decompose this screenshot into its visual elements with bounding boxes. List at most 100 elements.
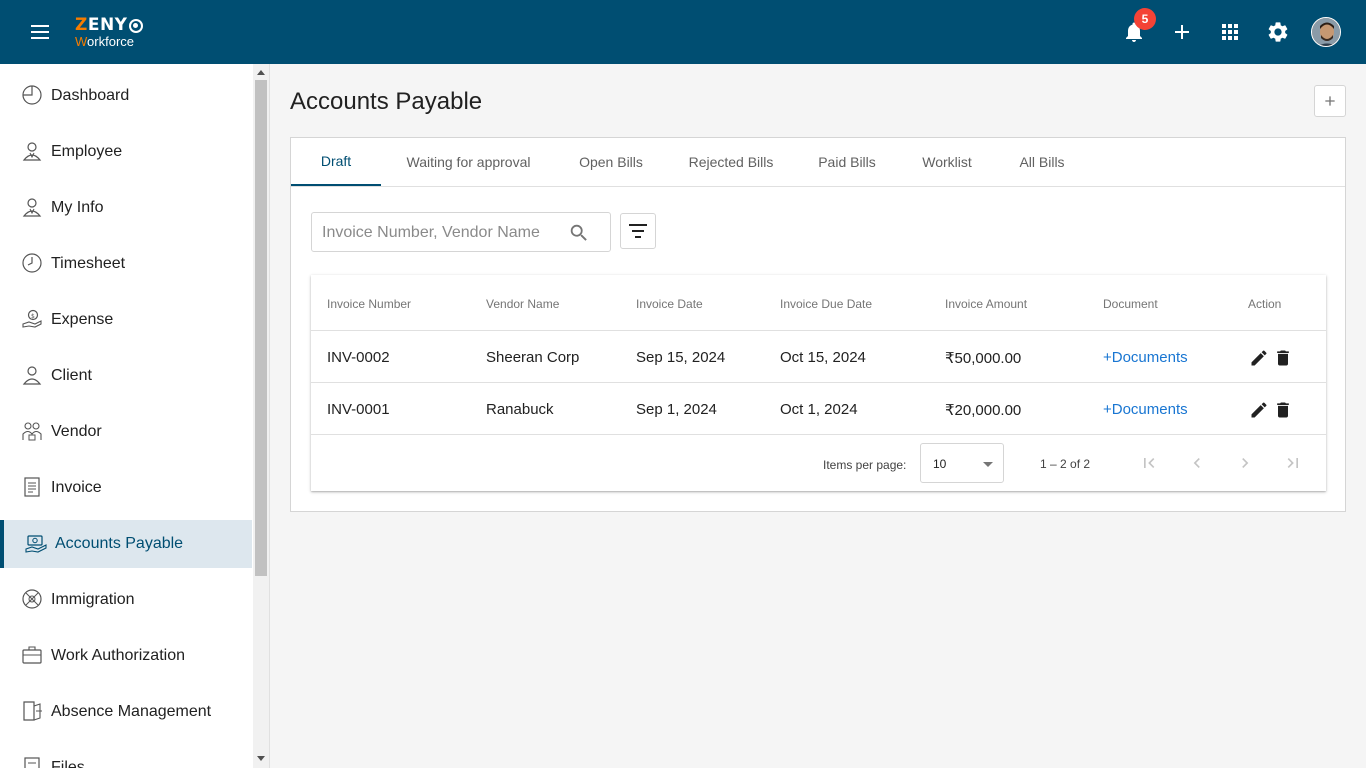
cell-invoice-date: Sep 1, 2024 <box>636 401 717 418</box>
chevron-down-icon <box>983 462 993 467</box>
sidebar-item-label: Immigration <box>51 591 135 608</box>
add-documents-link[interactable]: +Documents <box>1103 349 1188 366</box>
sidebar-item-files[interactable]: Files <box>0 744 252 768</box>
first-page-icon[interactable] <box>1139 453 1159 473</box>
add-documents-link[interactable]: +Documents <box>1103 401 1188 418</box>
items-per-page-value: 10 <box>933 457 947 471</box>
filter-button[interactable] <box>620 213 656 249</box>
add-bill-button[interactable] <box>1314 85 1346 117</box>
bills-card: Draft Waiting for approval Open Bills Re… <box>290 137 1346 512</box>
dashboard-icon <box>22 85 42 105</box>
edit-icon[interactable] <box>1249 348 1269 368</box>
svg-text:$: $ <box>31 313 35 320</box>
door-icon <box>23 701 42 721</box>
logo-product: orkforce <box>87 34 135 49</box>
cell-invoice-number: INV-0001 <box>327 401 390 418</box>
row-divider <box>311 434 1326 435</box>
tab-paid-bills[interactable]: Paid Bills <box>806 138 888 186</box>
sidebar-item-my-info[interactable]: My Info <box>0 184 252 232</box>
delete-icon[interactable] <box>1273 348 1293 368</box>
filter-icon <box>629 224 647 238</box>
column-header-invoice-due-date[interactable]: Invoice Due Date <box>780 297 872 311</box>
sidebar-scroll-thumb[interactable] <box>255 80 267 576</box>
logo-product-first-letter: W <box>75 34 88 49</box>
column-header-invoice-date[interactable]: Invoice Date <box>636 297 703 311</box>
sidebar-item-label: Absence Management <box>51 703 212 720</box>
logo-mark-icon <box>129 18 144 33</box>
tab-all-bills[interactable]: All Bills <box>1006 138 1078 186</box>
tab-worklist[interactable]: Worklist <box>908 138 986 186</box>
invoice-icon <box>24 477 40 497</box>
sidebar-item-label: Dashboard <box>51 87 130 104</box>
my-info-icon <box>22 198 42 217</box>
sidebar-item-employee[interactable]: Employee <box>0 128 252 176</box>
avatar-photo <box>1312 18 1340 46</box>
sidebar-item-label: Employee <box>51 143 123 160</box>
sidebar-item-label: Expense <box>51 311 114 328</box>
column-header-vendor-name[interactable]: Vendor Name <box>486 297 559 311</box>
cell-vendor-name: Ranabuck <box>486 401 554 418</box>
sidebar-item-timesheet[interactable]: Timesheet <box>0 240 252 288</box>
row-divider <box>311 382 1326 383</box>
sidebar-item-label: Invoice <box>51 479 102 496</box>
cell-due-date: Oct 15, 2024 <box>780 349 866 366</box>
pagination-range: 1 – 2 of 2 <box>1040 457 1091 471</box>
sidebar-item-client[interactable]: Client <box>0 352 252 400</box>
client-icon <box>22 366 42 385</box>
sidebar-item-invoice[interactable]: Invoice <box>0 464 252 512</box>
last-page-icon[interactable] <box>1283 453 1303 473</box>
cell-invoice-number: INV-0002 <box>327 349 390 366</box>
bill-status-tabs: Draft Waiting for approval Open Bills Re… <box>291 138 1345 187</box>
menu-icon[interactable] <box>28 22 52 42</box>
sidebar-item-label: My Info <box>51 199 104 216</box>
tab-waiting-for-approval[interactable]: Waiting for approval <box>391 138 546 186</box>
accounts-payable-icon <box>25 535 47 553</box>
previous-page-icon[interactable] <box>1187 453 1207 473</box>
sidebar-item-label: Vendor <box>51 423 102 440</box>
tab-rejected-bills[interactable]: Rejected Bills <box>676 138 786 186</box>
search-box <box>311 212 611 252</box>
employee-icon <box>22 142 42 161</box>
sidebar: Dashboard Employee My Info Timesheet $ E… <box>0 64 270 768</box>
sidebar-item-immigration[interactable]: Immigration <box>0 576 252 624</box>
files-icon <box>24 757 40 768</box>
gear-icon[interactable] <box>1266 20 1290 44</box>
avatar[interactable] <box>1311 17 1341 47</box>
page-title: Accounts Payable <box>290 88 483 115</box>
sidebar-item-label: Accounts Payable <box>55 535 184 552</box>
clock-icon <box>22 253 42 273</box>
delete-icon[interactable] <box>1273 400 1293 420</box>
apps-grid-icon[interactable] <box>1218 20 1242 44</box>
cell-vendor-name: Sheeran Corp <box>486 349 580 366</box>
search-input[interactable] <box>322 221 562 245</box>
sidebar-item-dashboard[interactable]: Dashboard <box>0 72 252 120</box>
edit-icon[interactable] <box>1249 400 1269 420</box>
items-per-page-select[interactable]: 10 <box>920 443 1004 483</box>
search-icon[interactable] <box>568 222 590 244</box>
scroll-up-arrow-icon[interactable] <box>257 70 265 75</box>
next-page-icon[interactable] <box>1235 453 1255 473</box>
sidebar-item-vendor[interactable]: Vendor <box>0 408 252 456</box>
globe-icon <box>22 589 42 609</box>
items-per-page-label: Items per page: <box>823 458 907 472</box>
briefcase-icon <box>22 646 42 664</box>
sidebar-item-work-authorization[interactable]: Work Authorization <box>0 632 252 680</box>
plus-icon <box>1325 96 1335 106</box>
expense-icon: $ <box>22 309 42 328</box>
sidebar-item-expense[interactable]: $ Expense <box>0 296 252 344</box>
logo-brand-first-letter: Z <box>75 15 88 35</box>
column-header-invoice-number[interactable]: Invoice Number <box>327 297 411 311</box>
cell-invoice-date: Sep 15, 2024 <box>636 349 726 366</box>
sidebar-item-accounts-payable[interactable]: Accounts Payable <box>0 520 252 568</box>
plus-icon[interactable] <box>1170 20 1194 44</box>
column-header-action: Action <box>1248 297 1282 311</box>
cell-amount: ₹50,000.00 <box>945 350 1022 367</box>
logo-brand: ENY <box>87 15 128 35</box>
sidebar-item-label: Files <box>51 759 85 768</box>
tab-draft[interactable]: Draft <box>291 138 381 186</box>
tab-open-bills[interactable]: Open Bills <box>566 138 656 186</box>
scroll-down-arrow-icon[interactable] <box>257 756 265 761</box>
top-app-bar: Z ENY Workforce 5 <box>0 0 1366 64</box>
column-header-invoice-amount[interactable]: Invoice Amount <box>945 297 1027 311</box>
sidebar-item-absence-management[interactable]: Absence Management <box>0 688 252 736</box>
